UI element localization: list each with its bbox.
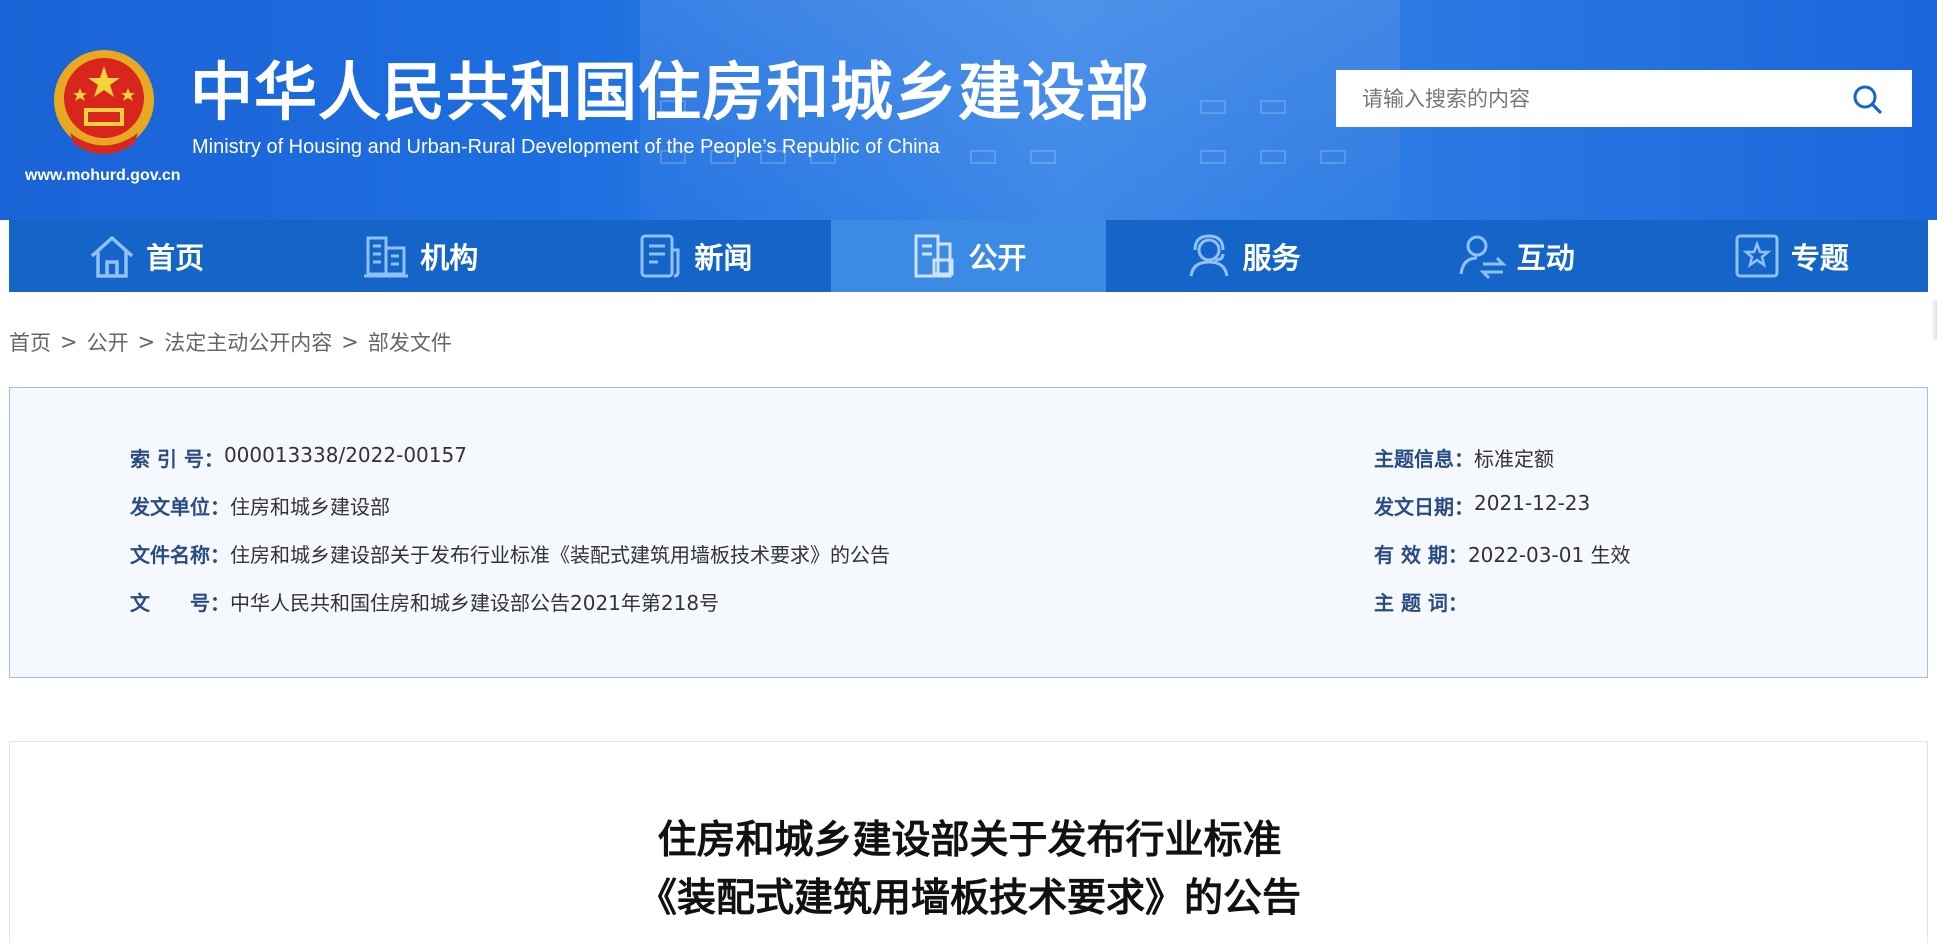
- building-icon: [364, 236, 409, 278]
- site-url[interactable]: www.mohurd.gov.cn: [25, 167, 181, 185]
- article-title: 住房和城乡建设部关于发布行业标准 《装配式建筑用墙板技术要求》的公告: [10, 812, 1929, 928]
- nav-label-service: 服务: [1242, 241, 1301, 275]
- home-icon: [90, 236, 134, 278]
- service-agent-icon: [1189, 234, 1229, 277]
- header-banner: 中华人民共和国住房和城乡建设部 Ministry of Housing and …: [0, 0, 1937, 220]
- nav-item-topics[interactable]: 专题: [1654, 220, 1928, 292]
- info-label: 有 效 期：: [1374, 543, 1468, 567]
- info-label: 索 引 号：: [130, 447, 224, 471]
- site-title-english: Ministry of Housing and Urban-Rural Deve…: [192, 136, 940, 158]
- document-icon: [914, 234, 954, 278]
- nav-item-news[interactable]: 新闻: [557, 220, 831, 292]
- document-info-panel: 索 引 号： 000013338/2022-00157 发文单位： 住房和城乡建…: [9, 387, 1928, 678]
- info-topic: 主题信息： 标准定额: [1374, 443, 1554, 472]
- search-box: [1336, 70, 1912, 127]
- breadcrumb-separator: >: [60, 330, 78, 354]
- main-nav: 首页 机构 新闻 公开 服务 互动 专题: [9, 220, 1928, 292]
- breadcrumb-item-home[interactable]: 首页: [9, 327, 51, 357]
- info-value: 000013338/2022-00157: [223, 443, 467, 467]
- nav-item-public[interactable]: 公开: [831, 220, 1106, 292]
- breadcrumb-separator: >: [341, 330, 359, 354]
- site-title-chinese: 中华人民共和国住房和城乡建设部: [190, 56, 1150, 129]
- article-container: 住房和城乡建设部关于发布行业标准 《装配式建筑用墙板技术要求》的公告: [9, 741, 1928, 943]
- nav-item-service[interactable]: 服务: [1106, 220, 1380, 292]
- info-label: 发文单位：: [130, 495, 230, 519]
- star-topic-icon: [1735, 234, 1779, 278]
- info-value: 标准定额: [1474, 447, 1554, 471]
- info-value: 住房和城乡建设部: [230, 495, 390, 519]
- nav-label-public: 公开: [968, 241, 1027, 275]
- info-value: 中华人民共和国住房和城乡建设部公告2021年第218号: [230, 591, 720, 615]
- nav-label-topics: 专题: [1790, 241, 1849, 275]
- nav-label-interaction: 互动: [1516, 241, 1575, 275]
- info-label: 文件名称：: [130, 543, 230, 567]
- info-issuing-unit: 发文单位： 住房和城乡建设部: [130, 491, 390, 520]
- nav-item-home[interactable]: 首页: [9, 220, 283, 292]
- scroll-edge: [1931, 300, 1937, 340]
- search-icon[interactable]: [1852, 84, 1882, 114]
- info-document-number: 文 号： 中华人民共和国住房和城乡建设部公告2021年第218号: [130, 587, 719, 616]
- breadcrumb-item-public[interactable]: 公开: [87, 327, 129, 357]
- info-index-number: 索 引 号： 000013338/2022-00157: [130, 443, 467, 472]
- interaction-icon: [1459, 235, 1507, 280]
- nav-item-interaction[interactable]: 互动: [1380, 220, 1654, 292]
- search-input[interactable]: [1336, 71, 1836, 126]
- info-label: 发文日期：: [1374, 495, 1474, 519]
- info-value: 2021-12-23: [1474, 491, 1591, 515]
- info-label: 文 号：: [130, 591, 230, 615]
- info-validity: 有 效 期： 2022-03-01 生效: [1374, 539, 1631, 568]
- info-label: 主 题 词：: [1374, 591, 1468, 615]
- nav-item-organization[interactable]: 机构: [283, 220, 557, 292]
- info-value: 2022-03-01 生效: [1467, 543, 1631, 567]
- info-value: 住房和城乡建设部关于发布行业标准《装配式建筑用墙板技术要求》的公告: [230, 543, 890, 567]
- article-title-line-1: 住房和城乡建设部关于发布行业标准: [657, 818, 1282, 863]
- nav-label-home: 首页: [146, 241, 205, 275]
- breadcrumb: 首页 > 公开 > 法定主动公开内容 > 部发文件: [9, 327, 452, 357]
- nav-label-organization: 机构: [420, 241, 479, 275]
- nav-label-news: 新闻: [694, 241, 753, 275]
- national-emblem-icon: [54, 50, 154, 154]
- article-title-line-2: 《装配式建筑用墙板技术要求》的公告: [637, 876, 1301, 921]
- breadcrumb-item-ministry-docs[interactable]: 部发文件: [368, 327, 452, 357]
- news-icon: [640, 234, 680, 278]
- info-label: 主题信息：: [1374, 447, 1474, 471]
- breadcrumb-separator: >: [137, 330, 156, 354]
- info-document-name: 文件名称： 住房和城乡建设部关于发布行业标准《装配式建筑用墙板技术要求》的公告: [130, 539, 890, 568]
- breadcrumb-item-statutory[interactable]: 法定主动公开内容: [164, 327, 332, 357]
- info-issue-date: 发文日期： 2021-12-23: [1374, 491, 1590, 520]
- info-keywords: 主 题 词：: [1374, 587, 1468, 616]
